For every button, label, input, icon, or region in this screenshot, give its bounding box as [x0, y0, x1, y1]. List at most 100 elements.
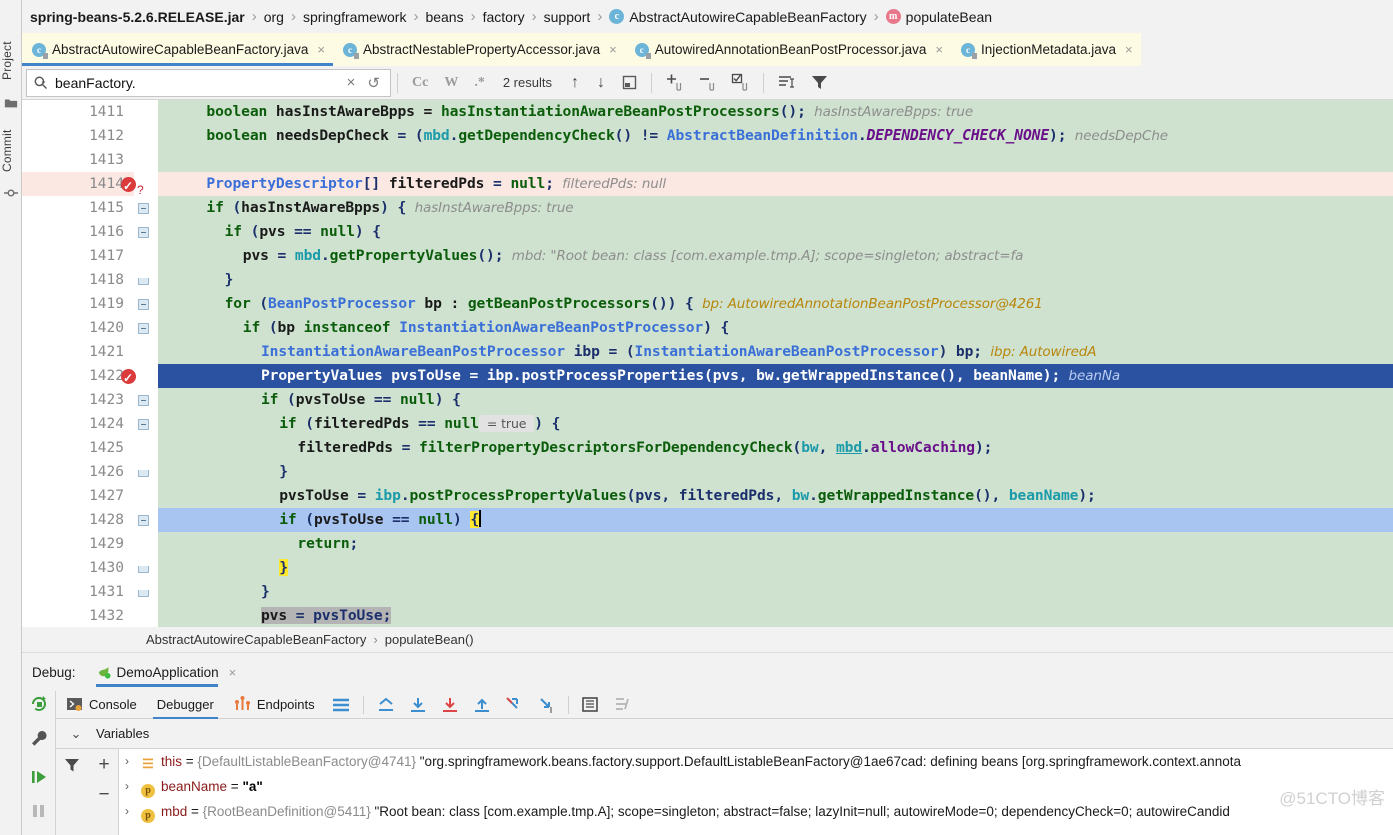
clear-search-button[interactable]: × — [341, 74, 362, 91]
editor-tab-0[interactable]: c AbstractAutowireCapableBeanFactory.java… — [22, 33, 333, 66]
fold-marker[interactable] — [138, 419, 149, 430]
sidebar-item-project[interactable]: Project — [0, 32, 22, 90]
remove-watch-button[interactable]: − — [89, 781, 119, 811]
regex-toggle[interactable]: .* — [466, 75, 493, 91]
filter-icon[interactable] — [803, 73, 836, 92]
close-icon[interactable]: × — [935, 42, 943, 57]
breadcrumb-item-3[interactable]: beans — [425, 9, 463, 25]
run-to-cursor-icon[interactable] — [581, 695, 601, 715]
breadcrumb-item-4[interactable]: factory — [483, 9, 525, 25]
search-field-wrapper[interactable]: × ↺ — [26, 68, 391, 97]
fold-marker[interactable] — [138, 566, 149, 573]
code-line-1420[interactable]: 1420 if (bp instanceof InstantiationAware… — [22, 316, 1393, 340]
close-icon[interactable]: × — [609, 42, 617, 57]
fold-marker[interactable] — [138, 590, 149, 597]
step-over-icon[interactable] — [408, 695, 428, 715]
editor-tab-3[interactable]: c InjectionMetadata.java × — [950, 33, 1141, 66]
add-watch-button[interactable]: + — [89, 751, 119, 781]
code-line-1430[interactable]: 1430} — [22, 556, 1393, 580]
fold-region[interactable] — [134, 268, 158, 292]
fold-marker[interactable] — [138, 227, 149, 238]
code-line-1431[interactable]: 1431} — [22, 580, 1393, 604]
fold-region[interactable] — [134, 340, 158, 364]
fold-region[interactable] — [134, 196, 158, 220]
editor-tab-1[interactable]: c AbstractNestablePropertyAccessor.java × — [332, 33, 625, 66]
step-out-icon[interactable] — [504, 695, 524, 715]
pause-icon[interactable] — [29, 801, 49, 821]
fold-region[interactable] — [134, 100, 158, 124]
code-line-1424[interactable]: 1424 if (filteredPds == null = true ) { — [22, 412, 1393, 436]
select-occurrences-icon[interactable] — [614, 74, 645, 91]
fold-region[interactable] — [134, 532, 158, 556]
expand-arrow-icon[interactable]: › — [125, 799, 129, 824]
code-editor[interactable]: 1411 boolean hasInstAwareBpps = hasInstan… — [22, 100, 1393, 627]
close-icon[interactable]: × — [1125, 42, 1133, 57]
prev-match-button[interactable]: ↑ — [562, 74, 588, 92]
fold-marker[interactable] — [138, 395, 149, 406]
fold-region[interactable] — [134, 220, 158, 244]
breakpoint-icon[interactable] — [121, 174, 136, 198]
fold-region[interactable] — [134, 556, 158, 580]
fold-region[interactable] — [134, 460, 158, 484]
code-line-1428[interactable]: 1428 if (pvsToUse == null) { — [22, 508, 1393, 532]
code-line-1423[interactable]: 1423 if (pvsToUse == null) { — [22, 388, 1393, 412]
variable-row[interactable]: › ☰ this = {DefaultListableBeanFactory@474… — [119, 749, 1393, 774]
code-line-1432[interactable]: 1432 pvs = pvsToUse; — [22, 604, 1393, 627]
fold-marker[interactable] — [138, 470, 149, 477]
fold-region[interactable] — [134, 364, 158, 388]
filter-icon[interactable] — [58, 751, 88, 781]
debugger-tab-console[interactable]: Console — [56, 691, 147, 719]
drop-frame-icon[interactable] — [536, 695, 556, 715]
fold-marker[interactable] — [138, 323, 149, 334]
fold-region[interactable] — [134, 484, 158, 508]
code-line-1418[interactable]: 1418} — [22, 268, 1393, 292]
code-line-1427[interactable]: 1427 pvsToUse = ibp.postProcessPropertyVa… — [22, 484, 1393, 508]
layout-icon[interactable] — [331, 695, 351, 715]
search-icon[interactable] — [33, 75, 49, 91]
code-line-1429[interactable]: 1429 return; — [22, 532, 1393, 556]
code-line-1417[interactable]: 1417 pvs = mbd.getPropertyValues(); mbd: … — [22, 244, 1393, 268]
check-line-icon[interactable] — [724, 73, 757, 92]
variable-row[interactable]: › p mbd = {RootBeanDefinition@5411} "Root … — [119, 799, 1393, 824]
code-line-1411[interactable]: 1411 boolean hasInstAwareBpps = hasInstan… — [22, 100, 1393, 124]
code-line-1426[interactable]: 1426} — [22, 460, 1393, 484]
breadcrumb-item-5[interactable]: support — [544, 9, 591, 25]
sidebar-item-commit[interactable]: Commit — [0, 122, 22, 180]
show-execution-point-icon[interactable] — [376, 695, 396, 715]
code-line-1419[interactable]: 1419 for (BeanPostProcessor bp : getBeanP… — [22, 292, 1393, 316]
expand-arrow-icon[interactable]: › — [125, 749, 129, 774]
breadcrumb-item-7[interactable]: m populateBean — [885, 9, 992, 25]
editor-tab-2[interactable]: c AutowiredAnnotationBeanPostProcessor.ja… — [624, 33, 951, 66]
fold-marker[interactable] — [138, 515, 149, 526]
close-icon[interactable]: × — [317, 42, 325, 57]
chevron-down-icon[interactable]: ⌄ — [56, 726, 96, 742]
variable-row[interactable]: › p beanName = "a" — [119, 774, 1393, 799]
code-line-1422[interactable]: 1422PropertyValues pvsToUse = ibp.postPr… — [22, 364, 1393, 390]
fold-region[interactable] — [134, 412, 158, 436]
fold-region[interactable] — [134, 388, 158, 412]
remove-line-icon[interactable] — [691, 73, 724, 92]
variables-tree[interactable]: › ☰ this = {DefaultListableBeanFactory@474… — [119, 749, 1393, 835]
breadcrumb-item-1[interactable]: org — [264, 9, 284, 25]
step-into-icon[interactable] — [440, 695, 460, 715]
fold-region[interactable] — [134, 508, 158, 532]
fold-region[interactable] — [134, 292, 158, 316]
whole-words-toggle[interactable]: W — [436, 75, 466, 91]
force-step-into-icon[interactable] — [472, 695, 492, 715]
code-line-1416[interactable]: 1416 if (pvs == null) { — [22, 220, 1393, 244]
debugger-tab-debugger[interactable]: Debugger — [147, 691, 224, 719]
search-input[interactable] — [49, 74, 341, 91]
code-line-1414[interactable]: 1414?PropertyDescriptor[] filteredPds = … — [22, 172, 1393, 198]
expand-arrow-icon[interactable]: › — [125, 774, 129, 799]
fold-region[interactable] — [134, 580, 158, 604]
next-match-button[interactable]: ↓ — [588, 74, 614, 92]
editor-breadcrumb-item-1[interactable]: populateBean() — [385, 632, 474, 647]
add-line-icon[interactable] — [658, 73, 691, 92]
filter-lines-icon[interactable] — [770, 73, 803, 92]
code-line-1415[interactable]: 1415 if (hasInstAwareBpps) { hasInstAware… — [22, 196, 1393, 220]
match-case-toggle[interactable]: Cc — [404, 75, 436, 91]
wrench-icon[interactable] — [29, 729, 49, 749]
code-line-1413[interactable]: 1413 — [22, 148, 1393, 172]
fold-marker[interactable] — [138, 278, 149, 285]
resume-icon[interactable] — [29, 767, 49, 787]
